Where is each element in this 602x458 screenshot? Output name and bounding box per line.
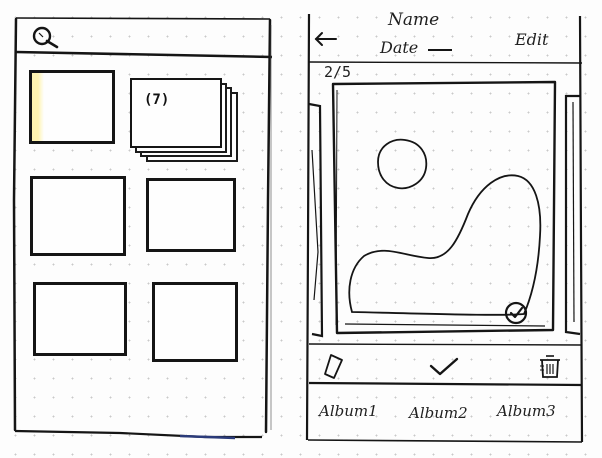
stack-count-label: (7) [144,92,170,108]
delete-button[interactable] [536,352,564,380]
photo-mountain-shape [348,174,542,316]
album-tab-1[interactable]: Album1 [319,402,378,420]
gallery-thumbnail[interactable] [146,178,236,252]
pencil-icon [324,354,343,379]
next-photo-peek-inner [572,101,575,323]
album-tab-2[interactable]: Album2 [409,404,468,422]
back-button[interactable] [312,28,340,50]
right-phone-photo-divider [308,343,583,346]
album-stack-thumbnail[interactable]: (7) [130,78,242,166]
left-phone-bottom-accent [179,434,236,440]
album-tab-3[interactable]: Album3 [497,402,556,420]
checkmark-icon [429,357,459,376]
left-phone-bottom-edge [14,429,262,439]
gallery-thumbnail[interactable] [30,176,126,256]
wireframe-sketch-page: (7) Name Date Edit 2/5 Album1 Album2 Alb… [0,0,602,458]
photo-name-label: Name [388,10,440,30]
left-phone-right-edge [264,18,272,434]
left-phone-header-divider [15,50,273,59]
check-circle-icon [504,301,528,325]
gallery-thumbnail[interactable] [29,70,115,144]
gallery-search-button[interactable] [30,24,64,50]
main-photo-frame-inner [335,89,338,326]
prev-photo-peek-inner [311,149,319,301]
photo-date-value-line [428,49,452,51]
edit-button[interactable]: Edit [515,30,548,49]
trash-icon [540,355,560,378]
right-phone-right-edge [578,15,584,443]
confirm-button[interactable] [428,356,460,378]
right-phone-bottom-edge [307,439,583,443]
left-phone-top-edge [15,17,271,20]
prev-photo-peek [308,102,324,338]
arrow-left-icon [314,32,337,46]
photo-date-label: Date [380,38,419,57]
photo-sun-circle [377,138,428,190]
photo-selected-toggle[interactable] [503,300,529,326]
stack-front-layer: (7) [130,78,222,148]
main-photo-frame [331,80,557,335]
right-phone-action-divider [308,381,583,387]
search-icon [32,26,59,49]
gallery-thumbnail[interactable] [33,282,127,356]
right-phone-left-edge [305,13,311,441]
gallery-thumbnail[interactable] [152,282,238,362]
edit-photo-button[interactable] [322,352,348,380]
next-photo-peek [564,94,581,336]
photo-counter: 2/5 [324,63,352,81]
left-phone-left-edge [12,17,18,432]
